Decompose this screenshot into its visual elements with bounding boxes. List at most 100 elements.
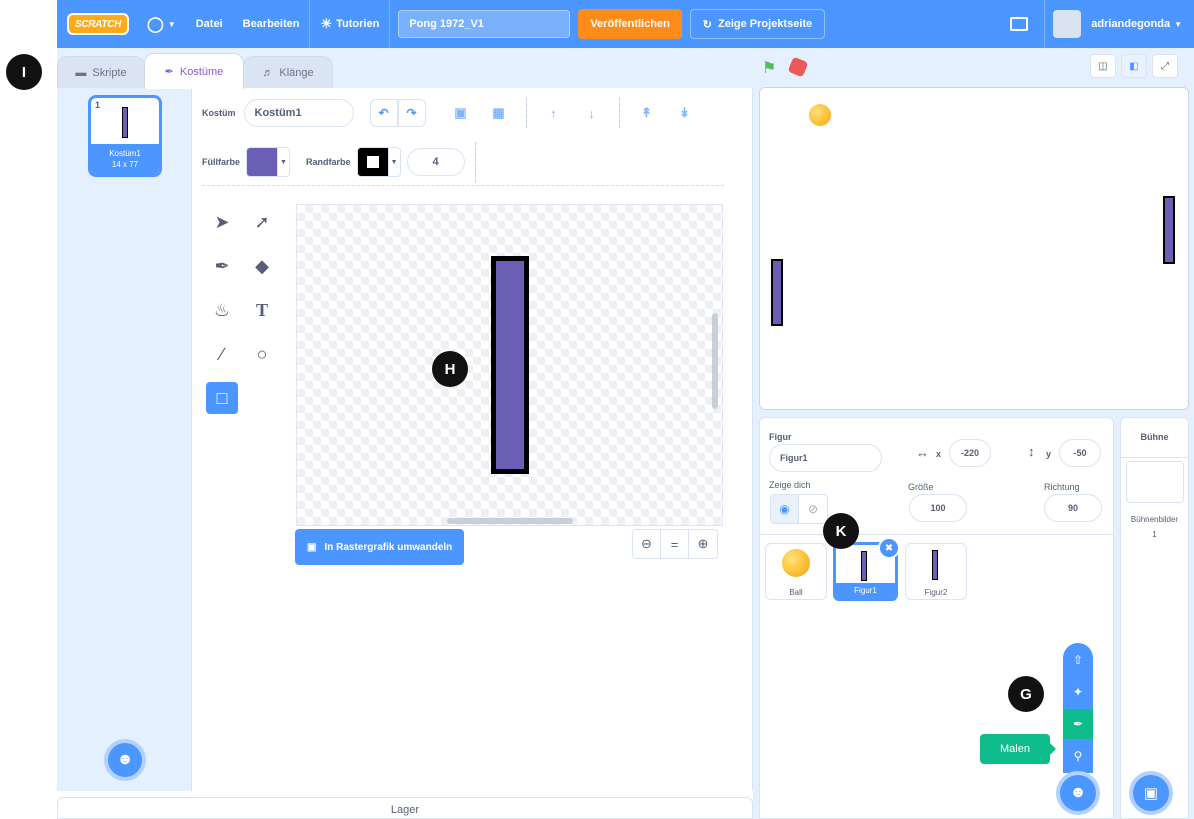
undo-button[interactable]: ↶ <box>369 99 398 127</box>
direction-label: Richtung <box>1044 482 1080 492</box>
sprite-pane: Figur Figur1 ↔ x -220 ↕ y -50 Zeige dich… <box>759 417 1114 819</box>
horizontal-scrollbar[interactable] <box>447 518 573 524</box>
outline-color-picker[interactable]: ▼ <box>356 147 401 177</box>
forward-button[interactable]: ↑ <box>539 99 569 127</box>
my-stuff-folder-icon[interactable] <box>1010 17 1029 31</box>
show-button[interactable]: ◉ <box>771 495 799 523</box>
ball-sprite[interactable] <box>809 104 831 126</box>
large-stage-button[interactable]: ◧ <box>1121 54 1147 78</box>
menu-bar: SCRATCH ◯ ▼ Datei Bearbeiten ☀ Tutorien … <box>57 0 1194 48</box>
outline-width-input[interactable]: 4 <box>406 148 465 176</box>
menu-divider <box>389 0 391 48</box>
stage-canvas[interactable] <box>759 87 1189 410</box>
tab-sounds[interactable]: ♬ Klänge <box>243 56 333 88</box>
fill-color-picker[interactable]: ▼ <box>246 147 291 177</box>
size-input[interactable]: 100 <box>909 494 967 522</box>
choose-sprite-button[interactable]: ☻ <box>1056 771 1100 815</box>
green-flag-icon[interactable]: ⚑ <box>762 58 780 77</box>
backpack-bar[interactable]: Lager <box>57 797 753 819</box>
back-button[interactable]: ↡ <box>670 99 700 127</box>
paddle-left-sprite[interactable] <box>771 259 783 326</box>
swirl-icon: ↻ <box>702 18 713 31</box>
small-stage-button[interactable]: ◫ <box>1090 54 1116 78</box>
toolbar-separator <box>202 185 724 186</box>
delete-sprite-button[interactable]: ✖ <box>878 537 900 559</box>
see-project-page-button[interactable]: ↻ Zeige Projektseite <box>689 9 826 39</box>
costume-name-input[interactable]: Kostüm1 <box>243 99 354 127</box>
ball-thumbnail <box>782 549 810 577</box>
backward-button[interactable]: ↓ <box>577 99 607 127</box>
paddle-right-sprite[interactable] <box>1163 196 1175 264</box>
x-label: x <box>936 449 942 459</box>
backdrops-count: 1 <box>1152 530 1157 539</box>
small-stage-icon: ◫ <box>1098 60 1108 72</box>
costume-item[interactable]: 1 Kostüm1 14 x 77 <box>88 95 162 177</box>
undo-redo-group: ↶ ↷ <box>369 99 426 127</box>
stage-target-pane[interactable]: Bühne Bühnenbilder 1 <box>1120 417 1189 819</box>
choose-backdrop-button[interactable]: ▣ <box>1129 771 1173 815</box>
sprite-name-input[interactable]: Figur1 <box>769 444 882 472</box>
rectangle-tool[interactable]: □ <box>206 382 238 414</box>
scratch-logo[interactable]: SCRATCH <box>67 13 129 35</box>
convert-to-bitmap-button[interactable]: ▣ In Rastergrafik umwandeln <box>295 529 465 565</box>
paddle-shape[interactable] <box>491 256 529 474</box>
sprite-tile-name: Ball <box>789 588 803 597</box>
paint-editor: Kostüm Kostüm1 ↶ ↷ ▣ ▦ ↑ ↓ ↟ ↡ Füllfarbe… <box>192 88 753 791</box>
tab-costumes[interactable]: ✒ Kostüme <box>144 53 244 89</box>
language-menu[interactable]: ◯ ▼ <box>137 0 186 48</box>
chevron-down-icon: ▼ <box>387 148 400 176</box>
x-input[interactable]: -220 <box>949 439 991 467</box>
select-tool[interactable]: ➤ <box>206 206 238 238</box>
zoom-in-button[interactable]: ⊕ <box>689 530 717 558</box>
zoom-out-icon: ⊖ <box>641 536 652 551</box>
vertical-scrollbar[interactable] <box>712 313 718 409</box>
brush-tool[interactable]: ✒ <box>206 250 238 282</box>
zoom-reset-button[interactable]: = <box>661 530 689 558</box>
sprite-tile-figur2[interactable]: Figur2 <box>905 543 967 600</box>
eraser-tool[interactable]: ◆ <box>246 250 278 282</box>
project-title-input[interactable]: Pong 1972_V1 <box>398 10 571 38</box>
ungroup-button[interactable]: ▦ <box>484 99 514 127</box>
y-input[interactable]: -50 <box>1059 439 1101 467</box>
stage-layout-controls: ◫ ◧ ⤢ <box>1090 54 1178 78</box>
figur1-thumbnail <box>861 551 867 581</box>
circle-tool[interactable]: ○ <box>246 338 278 370</box>
ungroup-icon: ▦ <box>492 105 505 120</box>
sprite-tile-ball[interactable]: Ball <box>765 543 827 600</box>
upload-sprite-button[interactable]: ⇧ <box>1063 645 1093 675</box>
front-button[interactable]: ↟ <box>632 99 662 127</box>
tab-sounds-label: Klänge <box>279 66 314 79</box>
line-tool[interactable]: ∕ <box>206 338 238 370</box>
text-tool[interactable]: T <box>246 294 278 326</box>
group-button[interactable]: ▣ <box>446 99 476 127</box>
search-sprite-button[interactable]: ⚲ <box>1063 741 1093 771</box>
convert-label: In Rastergrafik umwandeln <box>324 541 453 553</box>
fill-tool[interactable]: ♨ <box>206 294 238 326</box>
trash-icon: ✖ <box>884 542 894 554</box>
tab-code[interactable]: ▬ Skripte <box>57 56 145 88</box>
left-margin <box>0 0 57 819</box>
paint-sprite-button[interactable]: ✒ <box>1063 709 1093 739</box>
outline-color-swatch <box>357 148 388 176</box>
redo-icon: ↷ <box>406 106 417 120</box>
surprise-sprite-button[interactable]: ✦ <box>1063 677 1093 707</box>
fullscreen-icon: ⤢ <box>1161 60 1169 72</box>
paint-canvas[interactable] <box>296 204 723 526</box>
fullscreen-button[interactable]: ⤢ <box>1152 54 1178 78</box>
chevron-down-icon: ▼ <box>167 19 176 29</box>
reshape-icon: ➚ <box>254 211 270 232</box>
tutorials-button[interactable]: ☀ Tutorien <box>310 0 389 48</box>
account-menu[interactable]: adriandegonda ▼ <box>1053 10 1182 38</box>
redo-button[interactable]: ↷ <box>397 99 426 127</box>
reshape-tool[interactable]: ➚ <box>246 206 278 238</box>
publish-button[interactable]: Veröffentlichen <box>578 9 682 39</box>
toolbar-divider <box>525 98 527 128</box>
edit-menu[interactable]: Bearbeiten <box>233 0 310 48</box>
menu-divider <box>1044 0 1046 48</box>
direction-input[interactable]: 90 <box>1044 494 1102 522</box>
hide-button[interactable]: ⊘ <box>799 495 827 523</box>
editor-toolbar-top: Kostüm Kostüm1 ↶ ↷ ▣ ▦ ↑ ↓ ↟ ↡ <box>202 98 700 128</box>
zoom-out-button[interactable]: ⊖ <box>633 530 661 558</box>
choose-costume-button[interactable]: ☻ <box>104 739 146 781</box>
file-menu[interactable]: Datei <box>186 0 233 48</box>
